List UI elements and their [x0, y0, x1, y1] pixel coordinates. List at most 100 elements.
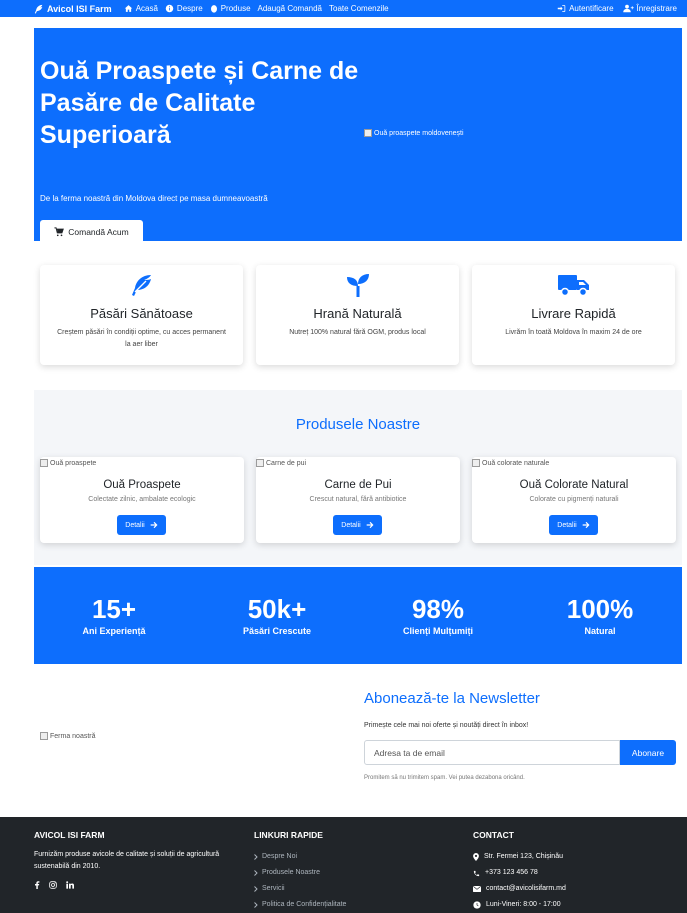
nav-item-label: Despre	[176, 4, 203, 13]
stat-value: 98%	[411, 594, 465, 624]
newsletter-text: Primește cele mai noi oferte și noutăți …	[364, 722, 529, 729]
login-link[interactable]: Autentificare	[557, 4, 614, 13]
envelope-icon	[473, 886, 481, 892]
sign-in-icon	[557, 4, 566, 13]
subscribe-button[interactable]: Abonare	[620, 740, 676, 765]
nav-item-about[interactable]: Despre	[165, 4, 203, 13]
feature-card-natural-food: Hrană Naturală Nutreț 100% natural fără …	[256, 265, 459, 365]
truck-icon	[472, 273, 675, 297]
nav-item-products[interactable]: Produse	[210, 4, 251, 13]
nav-auth: Autentificare Înregistrare	[557, 0, 677, 17]
clock-icon	[473, 901, 481, 909]
stat-value: 50k+	[247, 594, 307, 624]
product-title: Carne de Pui	[324, 479, 392, 491]
footer-about-title: AVICOL ISI FARM	[34, 830, 105, 840]
nav-item-label: Produse	[220, 4, 251, 13]
footer-address: Str. Fermei 123, Chișinău	[473, 849, 566, 865]
stat-label: Păsări Crescute	[242, 626, 312, 636]
stats-section: 15+ Ani Experiență 50k+ Păsări Crescute …	[34, 567, 682, 664]
stat-label: Ani Experiență	[82, 626, 146, 636]
footer-link-label: Servicii	[262, 885, 285, 892]
product-text: Crescut natural, fără antibiotice	[309, 496, 407, 503]
hero-title: Ouă Proaspete și Carne de Pasăre de Cali…	[40, 57, 359, 149]
newsletter-email-input[interactable]	[364, 740, 620, 765]
register-label: Înregistrare	[636, 4, 677, 13]
chevron-right-icon	[254, 854, 258, 860]
footer-link-label: Despre Noi	[262, 853, 298, 860]
product-text: Colorate cu pigmenți naturali	[529, 496, 619, 503]
arrow-right-icon	[366, 521, 374, 529]
product-title: Ouă Colorate Natural	[519, 479, 629, 491]
feature-card-fast-delivery: Livrare Rapidă Livrăm în toată Moldova î…	[472, 265, 675, 365]
footer-link-services[interactable]: Servicii	[254, 881, 346, 897]
product-image-alt: Ouă colorate naturale	[482, 459, 550, 467]
footer-link-label: Produsele Noastre	[262, 869, 320, 876]
footer-link-about[interactable]: Despre Noi	[254, 849, 346, 865]
broken-image-icon	[256, 459, 264, 467]
order-now-label: Comandă Acum	[68, 227, 129, 237]
stat-clients: 98% Clienți Mulțumiți	[368, 594, 508, 636]
seedling-icon	[256, 273, 459, 297]
broken-image-icon	[472, 459, 480, 467]
chevron-right-icon	[254, 870, 258, 876]
login-label: Autentificare	[569, 4, 614, 13]
hero-section: Ouă Proaspete și Carne de Pasăre de Cali…	[34, 28, 682, 244]
nav-item-label: Adaugă Comandă	[257, 4, 323, 13]
nav-item-label: Toate Comenzile	[329, 4, 389, 13]
hero-subtitle: De la ferma noastră din Moldova direct p…	[40, 194, 268, 203]
stat-label: Clienți Mulțumiți	[403, 626, 473, 636]
product-card-chicken-meat: Carne de pui Carne de Pui Crescut natura…	[256, 457, 460, 543]
brand-logo[interactable]: Avicol ISI Farm	[34, 4, 112, 14]
details-label: Detalii	[125, 521, 145, 529]
nav-item-home[interactable]: Acasă	[124, 4, 158, 13]
social-links	[34, 881, 224, 889]
product-card-fresh-eggs: Ouă proaspete Ouă Proaspete Colectate zi…	[40, 457, 244, 543]
nav-item-all-orders[interactable]: Toate Comenzile	[329, 4, 389, 13]
feather-icon	[40, 273, 243, 297]
home-icon	[124, 4, 133, 13]
feature-title: Păsări Sănătoase	[90, 306, 193, 321]
footer-hours-text: Luni-Vineri: 8:00 - 17:00	[486, 901, 561, 908]
info-icon	[165, 4, 174, 13]
footer-contact: CONTACT Str. Fermei 123, Chișinău +373 1…	[473, 830, 566, 913]
feature-text: Nutreț 100% natural fără OGM, produs loc…	[289, 329, 426, 336]
details-button[interactable]: Detalii	[549, 515, 598, 535]
newsletter-note: Promitem să nu trimitem spam. Vei putea …	[364, 775, 525, 781]
footer-email: contact@avicolisifarm.md	[473, 881, 566, 897]
footer-email-text: contact@avicolisifarm.md	[486, 885, 566, 892]
product-image: Ouă colorate naturale	[472, 459, 549, 467]
nav-menu: Acasă Despre Produse Adaugă Comandă Toat…	[124, 4, 389, 13]
farm-image: Ferma noastră	[40, 732, 96, 740]
broken-image-icon	[364, 129, 372, 137]
product-image-alt: Ouă proaspete	[50, 459, 97, 467]
details-label: Detalii	[557, 521, 577, 529]
footer-link-privacy[interactable]: Politica de Confidențialitate	[254, 897, 346, 913]
products-heading: Produsele Noastre	[295, 416, 421, 433]
broken-image-icon	[40, 459, 48, 467]
feature-text: Creștem păsări în condiții optime, cu ac…	[57, 329, 226, 348]
footer-links: LINKURI RAPIDE Despre Noi Produsele Noas…	[254, 830, 346, 913]
facebook-icon[interactable]	[34, 881, 40, 889]
register-link[interactable]: Înregistrare	[622, 4, 677, 13]
details-button[interactable]: Detalii	[333, 515, 382, 535]
footer-link-products[interactable]: Produsele Noastre	[254, 865, 346, 881]
details-label: Detalii	[341, 521, 361, 529]
chevron-right-icon	[254, 886, 258, 892]
stat-experience: 15+ Ani Experiență	[44, 594, 184, 636]
nav-item-add-order[interactable]: Adaugă Comandă	[258, 4, 323, 13]
stat-birds: 50k+ Păsări Crescute	[207, 594, 347, 636]
brand-name: Avicol ISI Farm	[47, 3, 112, 14]
details-button[interactable]: Detalii	[117, 515, 166, 535]
product-image: Carne de pui	[256, 459, 306, 467]
product-image: Ouă proaspete	[40, 459, 96, 467]
hero-image: Ouă proaspete moldovenești	[364, 129, 464, 137]
product-text: Colectate zilnic, ambalate ecologic	[88, 496, 196, 503]
footer: AVICOL ISI FARM Furnizăm produse avicole…	[0, 817, 687, 913]
hero-image-alt: Ouă proaspete moldovenești	[374, 129, 464, 137]
instagram-icon[interactable]	[49, 881, 57, 889]
footer-phone: +373 123 456 78	[473, 865, 566, 881]
arrow-right-icon	[150, 521, 158, 529]
order-now-button[interactable]: Comandă Acum	[40, 220, 143, 244]
linkedin-icon[interactable]	[66, 881, 74, 889]
footer-link-label: Politica de Confidențialitate	[262, 901, 347, 908]
